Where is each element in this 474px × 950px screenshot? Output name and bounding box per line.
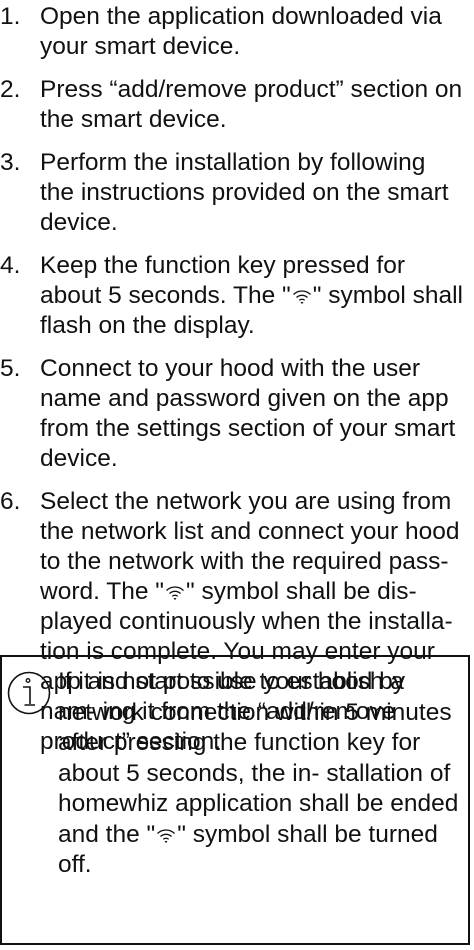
step-number: 4.: [0, 252, 21, 279]
step-number: 1.: [0, 3, 21, 30]
wifi-icon: [165, 585, 185, 601]
step-number: 5.: [0, 355, 21, 382]
step-text: Press “add/remove product” section on th…: [40, 76, 463, 133]
step-item: 3. Perform the installation by following…: [0, 148, 474, 238]
wifi-icon: [156, 828, 176, 844]
note-text: If it is not possible to establish a net…: [58, 667, 460, 881]
step-number: 3.: [0, 149, 21, 176]
wifi-icon: [292, 289, 312, 305]
step-item: 1. Open the application downloaded via y…: [0, 2, 474, 62]
step-text: Open the application downloaded via your…: [40, 3, 442, 60]
info-icon: [7, 671, 51, 715]
step-item: 2. Press “add/remove product” section on…: [0, 75, 474, 135]
step-number: 6.: [0, 488, 21, 515]
installation-steps-list: 1. Open the application downloaded via y…: [0, 0, 474, 757]
step-item: 5. Connect to your hood with the user na…: [0, 354, 474, 474]
info-note-box: If it is not possible to establish a net…: [0, 655, 470, 945]
step-number: 2.: [0, 76, 21, 103]
step-text: Connect to your hood with the user name …: [40, 355, 456, 472]
step-item: 4. Keep the function key pressed for abo…: [0, 251, 474, 341]
step-text: Perform the installation by following th…: [40, 149, 449, 236]
